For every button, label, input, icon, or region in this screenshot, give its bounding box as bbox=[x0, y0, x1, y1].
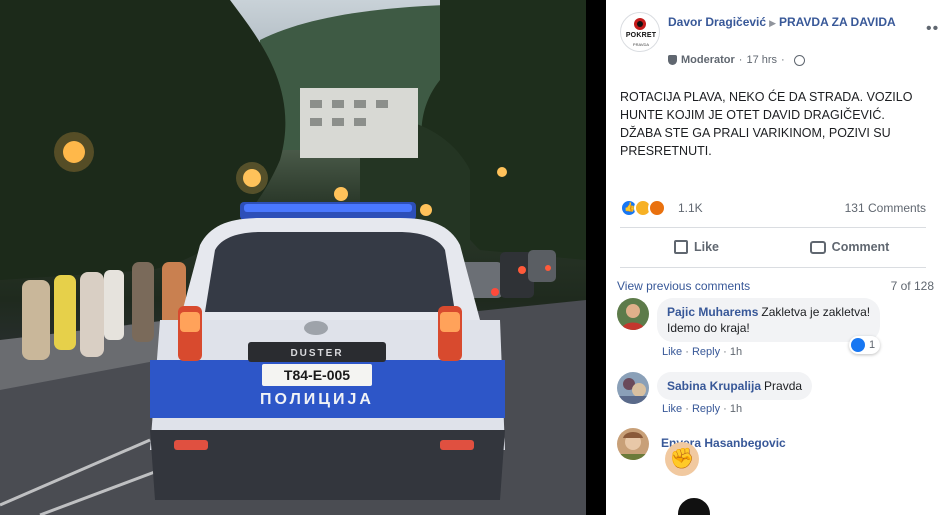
comment-time[interactable]: 1h bbox=[730, 346, 742, 358]
post-author-line: Davor Dragičević ▶ PRAVDA ZA DAVIDA bbox=[668, 14, 908, 32]
comment-like-link[interactable]: Like bbox=[662, 403, 682, 415]
logo-text: POKRET bbox=[625, 32, 657, 39]
separator-dot: · bbox=[738, 54, 743, 66]
model-badge: DUSTER bbox=[290, 348, 343, 359]
divider bbox=[620, 267, 926, 268]
reaction-icons bbox=[620, 199, 666, 217]
comment-reaction-badge[interactable]: 1 bbox=[849, 336, 881, 354]
comment-actions: Like · Reply · 1h bbox=[662, 403, 743, 415]
pokret-logo-icon bbox=[634, 18, 646, 30]
comment-reaction-count: 1 bbox=[869, 339, 876, 351]
comment-reply-link[interactable]: Reply bbox=[692, 403, 720, 415]
comment-author-link[interactable]: Sabina Krupalija bbox=[667, 379, 761, 393]
post-body-text: ROTACIJA PLAVA, NEKO ĆE DA STRADA. VOZIL… bbox=[620, 90, 913, 158]
comment-like-link[interactable]: Like bbox=[662, 346, 682, 358]
like-button-label: Like bbox=[693, 240, 719, 254]
post-photo: DUSTER T84-E-005 ПОЛИЦИЈА bbox=[0, 0, 586, 515]
comment-bubble-icon bbox=[809, 240, 826, 254]
license-plate: T84-E-005 bbox=[284, 367, 350, 383]
like-button[interactable]: Like bbox=[620, 232, 773, 262]
post-timestamp[interactable]: 17 hrs bbox=[746, 54, 777, 66]
group-avatar[interactable]: POKRET PRAVDA bbox=[620, 12, 660, 52]
comment-button[interactable]: Comment bbox=[773, 232, 926, 262]
thumbs-up-icon bbox=[673, 240, 688, 254]
separator-dot: · bbox=[781, 54, 785, 66]
comment-text: Pravda bbox=[764, 379, 803, 393]
post-side-panel: POKRET PRAVDA Davor Dragičević ▶ PRAVDA ZA… bbox=[606, 0, 938, 515]
more-options-icon[interactable]: ••• bbox=[926, 21, 938, 37]
audience-globe-icon[interactable] bbox=[793, 54, 805, 66]
comment-text-line2: Idemo do kraja! bbox=[667, 321, 750, 335]
commenter-avatar[interactable] bbox=[617, 298, 649, 330]
post-photo-viewer[interactable]: DUSTER T84-E-005 ПОЛИЦИЈА bbox=[0, 0, 606, 515]
avatar-image bbox=[617, 372, 649, 404]
angry-icon bbox=[648, 199, 666, 217]
comment-author-link[interactable]: Pajic Muharems bbox=[667, 305, 758, 319]
comment-text: Zakletva je zakletva! bbox=[761, 305, 871, 319]
logo-subtext: PRAVDA bbox=[632, 42, 650, 47]
comment-time[interactable]: 1h bbox=[730, 403, 742, 415]
triangle-right-icon: ▶ bbox=[769, 18, 776, 28]
avatar-image bbox=[617, 298, 649, 330]
comment-bubble: Sabina Krupalija Pravda bbox=[657, 372, 813, 400]
post-action-bar: Like Comment bbox=[620, 232, 926, 262]
author-name-link[interactable]: Davor Dragičević bbox=[668, 15, 766, 29]
partial-sticker-icon bbox=[676, 496, 712, 515]
comments-position: 7 of 128 bbox=[890, 279, 934, 293]
reaction-count[interactable]: 1.1K bbox=[678, 201, 703, 215]
role-badge: Moderator bbox=[681, 54, 735, 66]
comment-count[interactable]: 131 Comments bbox=[845, 201, 926, 215]
like-icon bbox=[851, 338, 865, 352]
police-lettering: ПОЛИЦИЈА bbox=[260, 391, 374, 408]
avatar-image bbox=[617, 428, 649, 460]
comment-reply-link[interactable]: Reply bbox=[692, 346, 720, 358]
reaction-summary[interactable]: 1.1K 131 Comments bbox=[620, 197, 926, 219]
commenter-avatar[interactable] bbox=[617, 372, 649, 404]
divider bbox=[620, 227, 926, 228]
comment-button-label: Comment bbox=[831, 240, 890, 254]
group-name-link[interactable]: PRAVDA ZA DAVIDA bbox=[779, 15, 896, 29]
post-meta: Moderator · 17 hrs · bbox=[668, 54, 805, 66]
moderator-shield-icon bbox=[668, 55, 677, 65]
raised-fist-icon: ✊ bbox=[665, 442, 699, 476]
comment-bubble: Pajic Muharems Zakletva je zakletva! Idem… bbox=[657, 298, 881, 342]
commenter-avatar[interactable] bbox=[617, 428, 649, 460]
view-previous-comments-link[interactable]: View previous comments bbox=[617, 279, 750, 293]
street-scene-image: DUSTER T84-E-005 ПОЛИЦИЈА bbox=[0, 0, 586, 515]
comment-actions: Like · Reply · 1h bbox=[662, 346, 743, 358]
